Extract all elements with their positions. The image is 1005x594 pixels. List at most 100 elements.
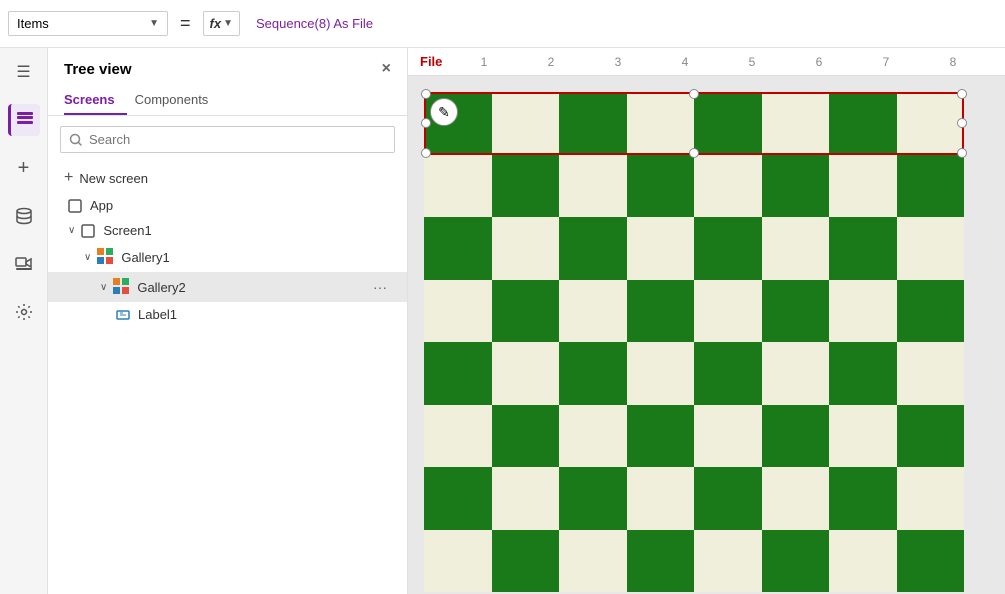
checker-cell: [897, 342, 965, 405]
checker-cell: [829, 342, 897, 405]
checker-cell: [424, 280, 492, 343]
checker-cell: [829, 217, 897, 280]
fx-chevron-icon: ▼: [223, 18, 233, 29]
checker-cell: [762, 405, 830, 468]
items-dropdown[interactable]: Items ▼: [8, 11, 168, 36]
new-screen-button[interactable]: + New screen: [48, 163, 407, 193]
checker-cell: [492, 467, 560, 530]
checker-cell: [897, 280, 965, 343]
checker-cell: [897, 155, 965, 218]
tree-item-label1[interactable]: Label1: [48, 302, 407, 327]
ruler-5: 5: [718, 55, 785, 69]
checker-cell: [627, 342, 695, 405]
checker-cell: [762, 467, 830, 530]
checker-cell: [559, 467, 627, 530]
checker-cell: [424, 467, 492, 530]
ruler-2: 2: [517, 55, 584, 69]
media-icon[interactable]: [8, 248, 40, 280]
checker-cell: [492, 92, 560, 155]
fx-button[interactable]: fx ▼: [203, 11, 240, 36]
ruler-numbers: 1 2 3 4 5 6 7 8: [450, 55, 1005, 69]
checker-cell: [829, 280, 897, 343]
checker-cell: [897, 92, 965, 155]
checker-cell: [694, 155, 762, 218]
checker-cell: [424, 92, 492, 155]
tree-item-app[interactable]: App: [48, 193, 407, 218]
checker-cell: [694, 217, 762, 280]
tab-screens[interactable]: Screens: [64, 86, 127, 115]
checker-cell: [424, 530, 492, 593]
gallery2-more-button[interactable]: ···: [369, 277, 391, 297]
checker-cell: [492, 342, 560, 405]
checker-cell: [897, 405, 965, 468]
checker-cell: [897, 217, 965, 280]
ruler-4: 4: [651, 55, 718, 69]
checker-cell: [627, 405, 695, 468]
ruler-1: 1: [450, 55, 517, 69]
database-icon[interactable]: [8, 200, 40, 232]
ruler-3: 3: [584, 55, 651, 69]
gallery2-icon: [113, 278, 129, 297]
layers-icon[interactable]: [8, 104, 40, 136]
gallery-container[interactable]: ✎: [424, 92, 964, 592]
checker-cell: [762, 155, 830, 218]
tree-items: App ∨ Screen1 ∨: [48, 193, 407, 594]
tree-item-screen1[interactable]: ∨ Screen1: [48, 218, 407, 243]
checker-cell: [424, 342, 492, 405]
tab-components[interactable]: Components: [135, 86, 221, 115]
tree-item-gallery2[interactable]: ∨ Gallery2 ···: [48, 272, 407, 302]
search-input[interactable]: [89, 132, 386, 147]
add-icon[interactable]: +: [8, 152, 40, 184]
equals-symbol: =: [176, 13, 195, 34]
checker-cell: [559, 217, 627, 280]
app-icon: [68, 199, 82, 213]
checker-cell: [627, 155, 695, 218]
ruler-7: 7: [852, 55, 919, 69]
label1-label: Label1: [138, 307, 177, 322]
checker-cell: [829, 467, 897, 530]
gallery1-chevron-icon: ∨: [84, 252, 91, 263]
checker-cell: [694, 92, 762, 155]
checker-cell: [559, 280, 627, 343]
checker-cell: [559, 342, 627, 405]
tree-panel-header: Tree view ×: [48, 48, 407, 86]
tree-panel-close-button[interactable]: ×: [382, 60, 391, 78]
new-screen-label: New screen: [79, 171, 148, 186]
gallery2-chevron-icon: ∨: [100, 282, 107, 293]
checker-cell: [627, 92, 695, 155]
checker-cell: [694, 405, 762, 468]
checker-cell: [694, 280, 762, 343]
checker-cell: [627, 467, 695, 530]
ruler-file-label[interactable]: File: [420, 54, 442, 69]
icon-bar: ☰ +: [0, 48, 48, 594]
gallery1-icon: [97, 248, 113, 267]
checker-cell: [762, 530, 830, 593]
formula-bar[interactable]: Sequence(8) As File: [248, 12, 381, 35]
checker-cell: [492, 530, 560, 593]
checker-cell: [424, 405, 492, 468]
canvas-area: File 1 2 3 4 5 6 7 8 ✎: [408, 48, 1005, 594]
dropdown-chevron-icon: ▼: [149, 18, 159, 29]
search-box[interactable]: [60, 126, 395, 153]
canvas-content: ✎: [408, 76, 1005, 594]
checker-cell: [897, 530, 965, 593]
checker-cell: [694, 530, 762, 593]
gallery1-label: Gallery1: [121, 250, 169, 265]
new-screen-plus-icon: +: [64, 169, 73, 187]
screen1-chevron-icon: ∨: [68, 225, 75, 236]
checker-cell: [492, 405, 560, 468]
hamburger-icon[interactable]: ☰: [8, 56, 40, 88]
checker-cell: [559, 155, 627, 218]
tree-item-gallery1[interactable]: ∨ Gallery1: [48, 243, 407, 272]
checker-cell: [492, 217, 560, 280]
settings-icon[interactable]: [8, 296, 40, 328]
checker-cell: [762, 217, 830, 280]
checker-cell: [559, 405, 627, 468]
checker-cell: [694, 342, 762, 405]
label1-icon: [116, 308, 130, 322]
screen1-label: Screen1: [103, 223, 151, 238]
top-bar: Items ▼ = fx ▼ Sequence(8) As File: [0, 0, 1005, 48]
checker-cell: [559, 92, 627, 155]
checker-cell: [694, 467, 762, 530]
checker-cell: [492, 155, 560, 218]
